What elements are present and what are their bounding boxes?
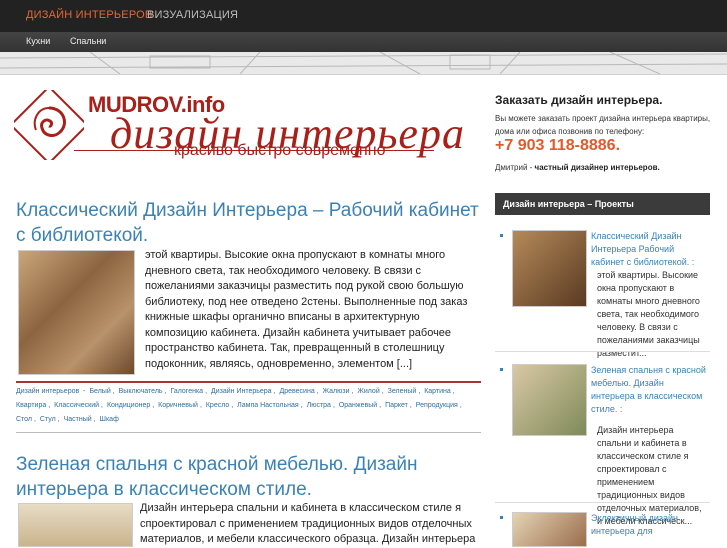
post-divider (16, 432, 481, 433)
project-title[interactable]: Эклектичный дизайн интерьера для (591, 512, 706, 538)
project-title[interactable]: Классический Дизайн Интерьера Рабочий ка… (591, 230, 706, 269)
tag-link[interactable]: Картина (424, 388, 451, 395)
blueprint-banner-graphic (0, 52, 727, 74)
sidebar-divider (495, 502, 710, 503)
tag-link[interactable]: Кондиционер (107, 402, 150, 409)
bullet-icon (500, 516, 503, 519)
tag-separator: , (93, 416, 98, 423)
tag-link[interactable]: Жалюзи (323, 388, 350, 395)
tag-link[interactable]: Жилой (357, 388, 379, 395)
tag-separator: , (409, 402, 414, 409)
tag-link[interactable]: Коричневый (158, 402, 198, 409)
project-thumbnail[interactable] (512, 230, 587, 307)
subnav-item-bedrooms[interactable]: Спальни (70, 36, 106, 46)
post-excerpt-1: этой квартиры. Высокие окна пропускают в… (145, 249, 468, 370)
sidebar-author: Дмитрий - частный дизайнер интерьеров. (495, 163, 660, 172)
sidebar-projects-title: Дизайн интерьера – Проекты (503, 199, 634, 209)
tag-link[interactable]: Дизайн Интерьера (211, 388, 272, 395)
tag-link[interactable]: Белый (89, 388, 110, 395)
tag-link[interactable]: Квартира (16, 402, 46, 409)
tag-separator: , (231, 402, 236, 409)
tag-link[interactable]: Древесина (279, 388, 314, 395)
tag-link[interactable]: Люстра (307, 402, 331, 409)
project-excerpt: этой квартиры. Высокие окна пропускают в… (597, 270, 700, 358)
author-role: частный дизайнер интерьеров. (534, 163, 660, 172)
nav-item-interior-design[interactable]: ДИЗАЙН ИНТЕРЬЕРОВ (26, 9, 152, 21)
tag-separator: , (459, 402, 462, 409)
tag-link[interactable]: Шкаф (100, 416, 119, 423)
tag-separator: , (418, 388, 423, 395)
tag-separator: , (164, 388, 169, 395)
nav-item-visualization[interactable]: ВИЗУАЛИЗАЦИЯ (147, 9, 238, 21)
sub-navigation: Кухни Спальни (0, 32, 727, 52)
tag-separator: , (57, 416, 62, 423)
tag-separator: , (199, 402, 204, 409)
tag-link[interactable]: Стул (40, 416, 56, 423)
author-prefix: Дмитрий - (495, 163, 535, 172)
tag-separator: , (112, 388, 117, 395)
bullet-icon (500, 234, 503, 237)
tag-separator: , (452, 388, 455, 395)
post-thumbnail-1[interactable] (18, 250, 135, 375)
post-excerpt-2: Дизайн интерьера спальни и кабинета в кл… (140, 502, 476, 545)
tag-link[interactable]: Выключатель (119, 388, 163, 395)
tag-separator: , (152, 402, 157, 409)
tag-link[interactable]: Кресло (206, 402, 229, 409)
project-title[interactable]: Зеленая спальня с красной мебелью. Дизай… (591, 364, 706, 416)
post-title-2[interactable]: Зеленая спальня с красной мебелью. Дизай… (16, 452, 481, 502)
bullet-icon (500, 368, 503, 371)
tag-separator: , (351, 388, 356, 395)
tag-link[interactable]: Дизайн интерьеров (16, 388, 79, 395)
top-navigation: ДИЗАЙН ИНТЕРЬЕРОВ ВИЗУАЛИЗАЦИЯ (0, 0, 727, 32)
tag-separator: , (332, 402, 337, 409)
tag-link[interactable]: Классический (54, 402, 99, 409)
logo-tagline: красиво быстро современно (174, 142, 386, 159)
site-logo[interactable]: MUDROV.info дизайн интерьера красиво быс… (14, 88, 464, 184)
tag-separator: , (300, 402, 305, 409)
tag-link[interactable]: Галогенка (170, 388, 203, 395)
tag-link[interactable]: Паркет (385, 402, 408, 409)
sidebar-divider (495, 351, 710, 352)
sidebar-projects-bar: Дизайн интерьера – Проекты (495, 193, 710, 215)
tag-separator: - (81, 388, 88, 395)
tag-separator: , (316, 388, 321, 395)
tag-link[interactable]: Оранжевый (339, 402, 377, 409)
tag-link[interactable]: Зеленый (388, 388, 417, 395)
post-title-1[interactable]: Классический Дизайн Интерьера – Рабочий … (16, 198, 481, 248)
tag-separator: , (379, 402, 384, 409)
project-thumbnail[interactable] (512, 512, 587, 547)
project-thumbnail[interactable] (512, 364, 587, 436)
tag-separator: , (34, 416, 38, 423)
tag-separator: , (101, 402, 105, 409)
tag-separator: , (273, 388, 278, 395)
tag-link[interactable]: Стол (16, 416, 32, 423)
sidebar-phone: +7 903 118-8886. (495, 137, 621, 154)
tag-link[interactable]: Лампа Настольная (237, 402, 299, 409)
tag-separator: , (381, 388, 386, 395)
tag-link[interactable]: Репродукция (416, 402, 458, 409)
sidebar-order-heading: Заказать дизайн интерьера. (495, 93, 663, 107)
post-tags-1: Дизайн интерьеров - Белый, Выключатель, … (16, 381, 481, 427)
tag-separator: , (205, 388, 209, 395)
sidebar-order-text: Вы можете заказать проект дизайна интерь… (495, 114, 711, 136)
subnav-item-kitchens[interactable]: Кухни (26, 36, 50, 46)
post-thumbnail-2[interactable] (18, 503, 133, 547)
tag-link[interactable]: Частный (64, 416, 92, 423)
header-banner (0, 52, 727, 75)
tag-separator: , (48, 402, 53, 409)
